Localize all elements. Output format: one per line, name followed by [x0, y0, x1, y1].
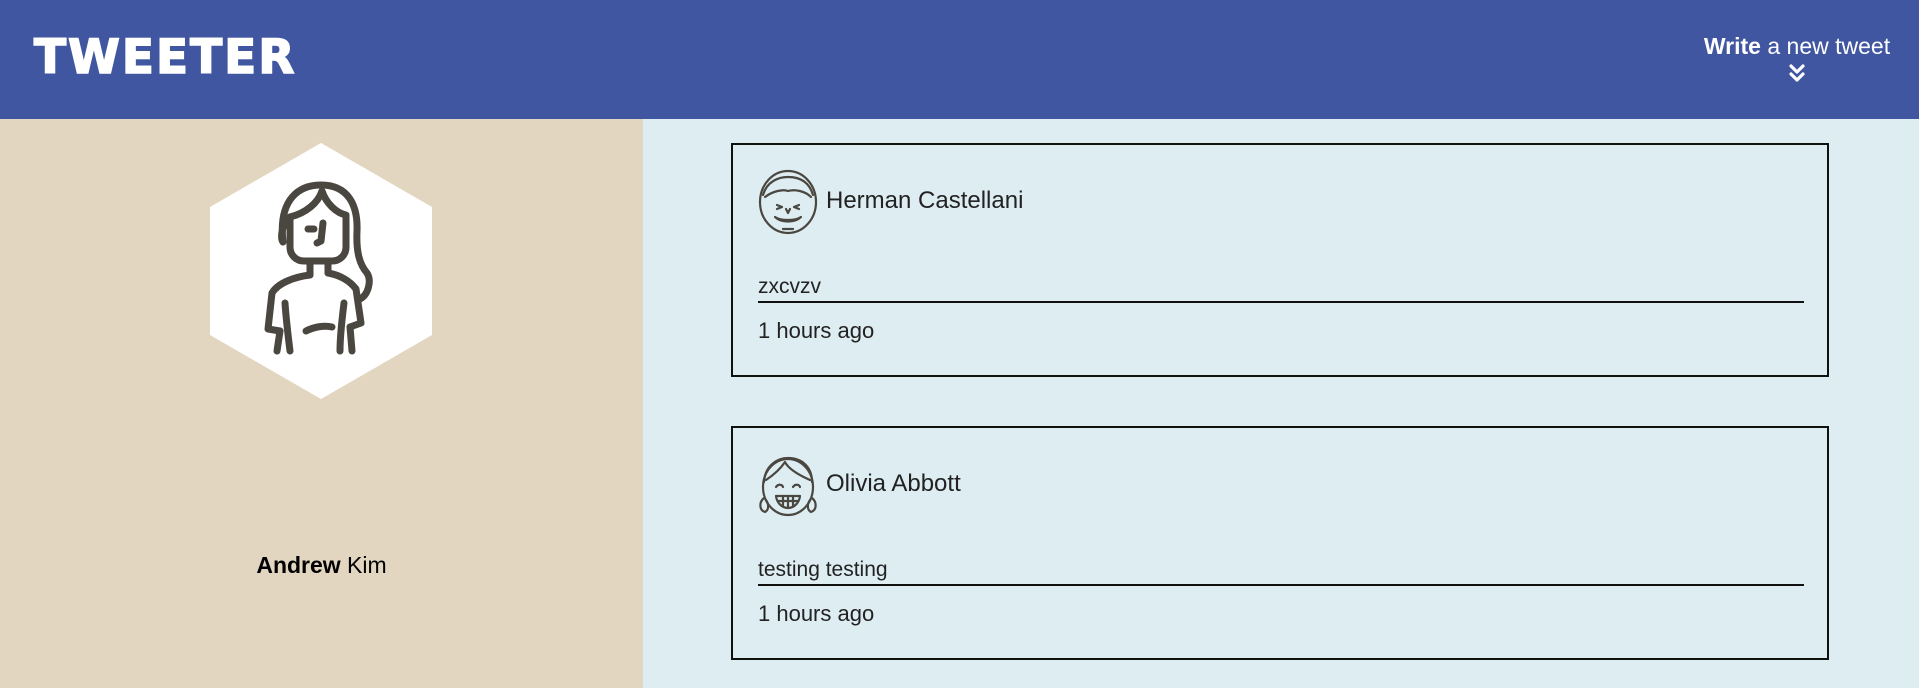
- tweet-content: testing testing: [758, 558, 1804, 586]
- write-new-tweet-button[interactable]: Write a new tweet: [1697, 33, 1897, 83]
- tweet-timestamp: 1 hours ago: [758, 318, 875, 343]
- top-navbar: TWEETER Write a new tweet: [0, 0, 1919, 119]
- tweet-feed: Herman Castellani zxcvzv 1 hours ago Oli…: [643, 119, 1919, 688]
- tweet-card: Olivia Abbott testing testing 1 hours ag…: [731, 426, 1829, 660]
- write-new-tweet-label-bold: Write: [1703, 33, 1761, 59]
- tweet-author-name[interactable]: Olivia Abbott: [826, 470, 961, 498]
- tweet-content: zxcvzv: [758, 275, 1804, 303]
- write-new-tweet-label: Write a new tweet: [1697, 33, 1897, 60]
- app-logo[interactable]: TWEETER: [33, 29, 296, 86]
- profile-name: Andrew Kim: [0, 552, 643, 579]
- woman-avatar-icon: [210, 143, 432, 399]
- profile-last-name: Kim: [340, 552, 387, 578]
- write-new-tweet-label-rest: a new tweet: [1760, 33, 1891, 59]
- tweet-timestamp: 1 hours ago: [758, 601, 875, 626]
- profile-first-name: Andrew: [256, 552, 341, 578]
- smiling-man-avatar-icon: [758, 169, 818, 235]
- double-chevron-down-icon: [1789, 64, 1805, 82]
- profile-sidebar: Andrew Kim: [0, 119, 643, 688]
- tweet-card: Herman Castellani zxcvzv 1 hours ago: [731, 143, 1829, 377]
- laughing-girl-avatar-icon: [759, 456, 817, 517]
- tweet-author-name[interactable]: Herman Castellani: [826, 187, 1023, 215]
